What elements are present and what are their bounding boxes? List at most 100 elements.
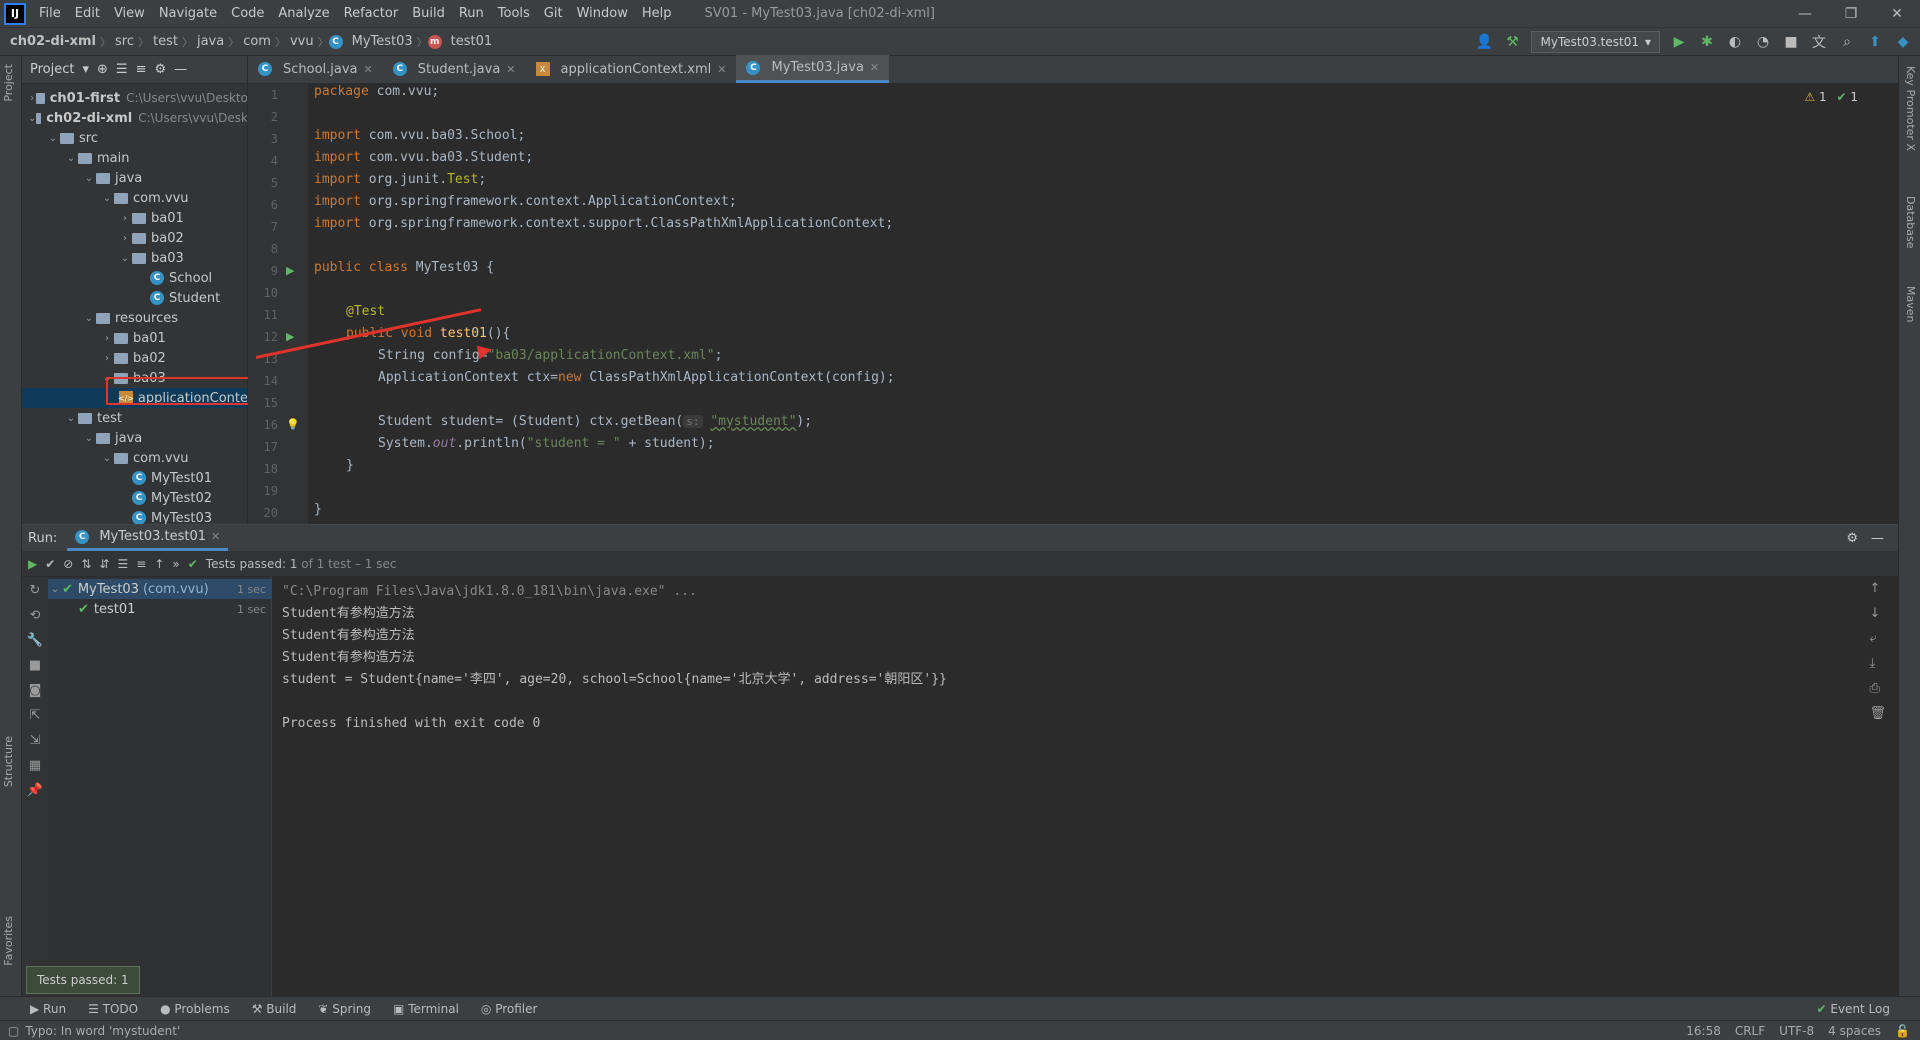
project-tree-item[interactable]: C MyTest01 (22, 468, 247, 488)
database-tool-button[interactable]: Database (1904, 196, 1917, 249)
line-separator[interactable]: CRLF (1735, 1024, 1765, 1038)
chevron-down-icon[interactable]: ⌄ (118, 253, 132, 264)
menu-analyze[interactable]: Analyze (271, 6, 336, 21)
menu-refactor[interactable]: Refactor (337, 6, 406, 21)
gear-icon[interactable]: ⚙ (1846, 531, 1858, 546)
rerun-icon[interactable]: ▶ (28, 557, 37, 571)
menu-help[interactable]: Help (635, 6, 679, 21)
collapse-all-icon[interactable]: ≡ (136, 62, 147, 77)
scroll-down-icon[interactable]: ↓ (1869, 606, 1886, 621)
menu-navigate[interactable]: Navigate (152, 6, 224, 21)
bulb-icon[interactable]: 💡 (286, 418, 300, 431)
user-icon[interactable]: 👤 (1475, 33, 1493, 51)
breadcrumb-vvu[interactable]: vvu (286, 34, 318, 49)
close-icon[interactable]: ✕ (870, 61, 879, 74)
event-log-tool-tab[interactable]: ✔ Event Log (1817, 1002, 1891, 1016)
test-suite-row[interactable]: ⌄ ✔ MyTest03 (com.vvu) 1 sec (48, 579, 272, 599)
chevron-down-icon[interactable]: ⌄ (100, 193, 114, 204)
menu-edit[interactable]: Edit (68, 6, 107, 21)
build-tool-tab[interactable]: ⚒ Build (252, 1002, 297, 1016)
chevron-right-icon[interactable]: › (118, 233, 132, 244)
sort-alpha-icon[interactable]: ⇅ (81, 557, 91, 571)
lock-icon[interactable]: 🔓 (1895, 1024, 1910, 1038)
translate-icon[interactable]: 文 (1810, 33, 1828, 51)
project-tree-item[interactable]: C MyTest03 (22, 508, 247, 524)
status-message[interactable]: Typo: In word 'mystudent' (25, 1024, 180, 1038)
run-gutter-icon[interactable]: ▶ (286, 330, 294, 343)
layout-icon[interactable]: ▦ (29, 758, 41, 773)
stop-icon[interactable]: ■ (29, 658, 41, 673)
show-passed-icon[interactable]: ✔ (45, 557, 55, 571)
breadcrumb-project[interactable]: ch02-di-xml (0, 34, 100, 49)
breadcrumb-java[interactable]: java (193, 34, 228, 49)
chevron-down-icon[interactable]: ⌄ (46, 133, 60, 144)
rerun-failed-icon[interactable]: ↻ (30, 583, 41, 598)
project-tree-item[interactable]: › ch01-first C:\Users\vvu\Deskto (22, 88, 247, 108)
project-tree-item[interactable]: › ba02 (22, 228, 247, 248)
expand-all-icon[interactable]: ☰ (116, 62, 128, 77)
project-tree-item[interactable]: ⌄ main (22, 148, 247, 168)
sort-duration-icon[interactable]: ⇵ (99, 557, 109, 571)
caret-position[interactable]: 16:58 (1686, 1024, 1721, 1038)
show-ignored-icon[interactable]: ⊘ (63, 557, 73, 571)
breadcrumb-com[interactable]: com (239, 34, 275, 49)
minimize-button[interactable]: — (1782, 0, 1828, 28)
project-tree-item[interactable]: ⌄ com.vvu (22, 188, 247, 208)
close-button[interactable]: ✕ (1874, 0, 1920, 28)
menu-file[interactable]: File (32, 6, 68, 21)
debug-icon[interactable]: ✱ (1698, 33, 1716, 51)
export-icon[interactable]: ⇱ (30, 708, 41, 723)
menu-window[interactable]: Window (570, 6, 635, 21)
scroll-up-icon[interactable]: ↑ (1869, 581, 1886, 596)
project-tree-item[interactable]: ⌄ com.vvu (22, 448, 247, 468)
project-tree-item[interactable]: C MyTest02 (22, 488, 247, 508)
plugin-icon[interactable]: ◆ (1894, 33, 1912, 51)
project-tree-item[interactable]: › ba01 (22, 328, 247, 348)
project-tool-button[interactable]: Project (2, 64, 15, 102)
collapse-all-icon[interactable]: ≡ (136, 557, 146, 571)
chevron-down-icon[interactable]: ⌄ (28, 113, 36, 124)
spring-tool-tab[interactable]: ❦ Spring (318, 1002, 371, 1016)
editor-tab[interactable]: C MyTest03.java ✕ (736, 55, 890, 83)
file-encoding[interactable]: UTF-8 (1779, 1024, 1814, 1038)
close-icon[interactable]: ✕ (506, 63, 515, 76)
maven-tool-button[interactable]: Maven (1904, 286, 1917, 322)
run-gutter-icon[interactable]: ▶ (286, 264, 294, 277)
close-icon[interactable]: ✕ (364, 63, 373, 76)
locate-icon[interactable]: ⊕ (97, 62, 108, 77)
key-promoter-tool-button[interactable]: Key Promoter X (1904, 66, 1917, 151)
project-tree-item[interactable]: ⌄ ba03 (22, 248, 247, 268)
menu-tools[interactable]: Tools (491, 6, 537, 21)
toggle-auto-test-icon[interactable]: ⟲ (30, 608, 41, 623)
project-tree-item[interactable]: ⌄ resources (22, 308, 247, 328)
wrench-icon[interactable]: 🔧 (27, 633, 43, 648)
project-tree-item[interactable]: ⌄ java (22, 168, 247, 188)
chevron-right-icon[interactable]: › (118, 213, 132, 224)
run-icon[interactable]: ▶ (1670, 33, 1688, 51)
camera-icon[interactable]: ◙ (29, 683, 42, 698)
menu-git[interactable]: Git (537, 6, 570, 21)
menu-view[interactable]: View (107, 6, 152, 21)
build-hammer-icon[interactable]: ⚒ (1503, 33, 1521, 51)
project-tree-item[interactable]: C Student (22, 288, 247, 308)
run-configuration-select[interactable]: MyTest03.test01 ▾ (1531, 31, 1660, 53)
soft-wrap-icon[interactable]: ⤶ (1869, 631, 1886, 646)
profile-icon[interactable]: ◔ (1754, 33, 1772, 51)
editor-tab[interactable]: C School.java ✕ (248, 55, 383, 83)
breadcrumb-method[interactable]: test01 (447, 34, 497, 49)
project-tree-item[interactable]: ⌄ src (22, 128, 247, 148)
chevron-down-icon[interactable]: ⌄ (64, 153, 78, 164)
editor-tab[interactable]: XapplicationContext.xml ✕ (526, 55, 737, 83)
pin-icon[interactable]: 📌 (27, 783, 43, 798)
stop-icon[interactable]: ■ (1782, 33, 1800, 51)
problems-tool-tab[interactable]: ● Problems (160, 1002, 230, 1016)
close-icon[interactable]: ✕ (717, 63, 726, 76)
hide-icon[interactable]: — (1871, 531, 1884, 546)
tests-passed-toast[interactable]: Tests passed: 1 (26, 966, 140, 994)
chevron-right-icon[interactable]: › (100, 333, 114, 344)
project-tree-item[interactable]: ⌄ java (22, 428, 247, 448)
menu-run[interactable]: Run (452, 6, 491, 21)
chevron-right-icon[interactable]: › (28, 93, 36, 104)
chevron-down-icon[interactable]: ⌄ (82, 173, 96, 184)
scroll-to-end-icon[interactable]: ⤓ (1869, 656, 1886, 671)
